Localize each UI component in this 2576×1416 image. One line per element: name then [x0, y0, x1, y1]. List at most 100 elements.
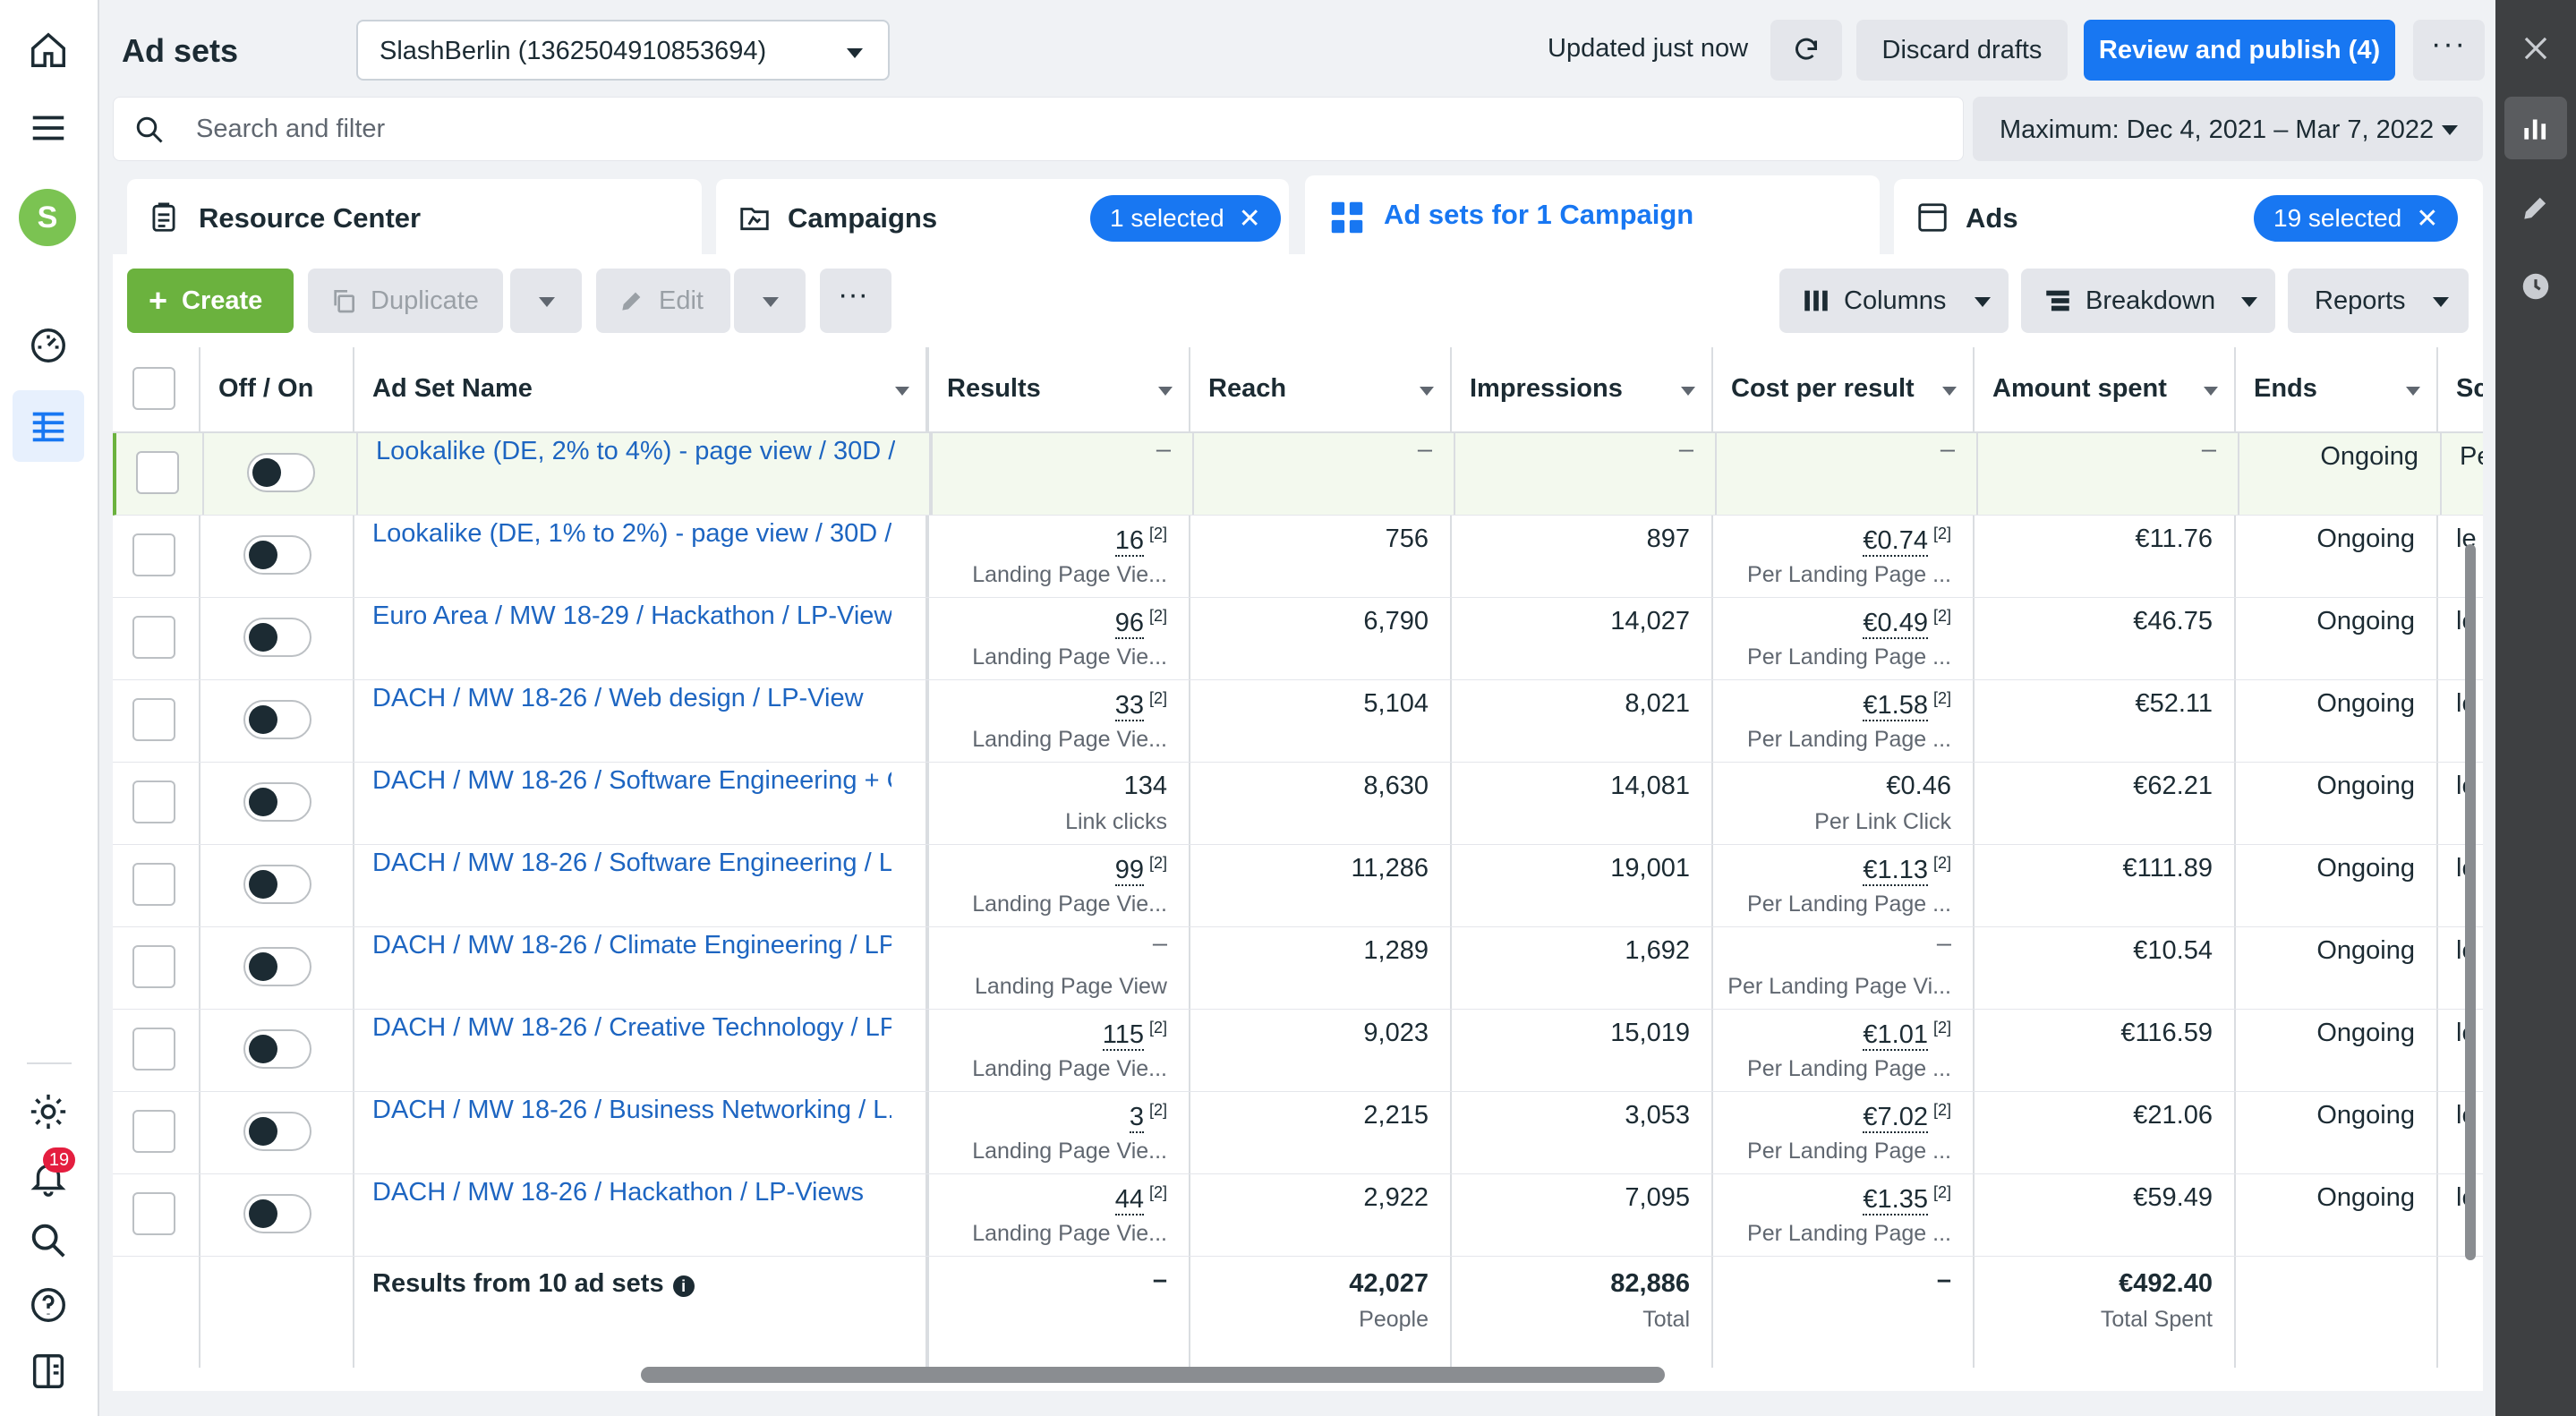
ad-set-name-link[interactable]: DACH / MW 18-26 / Software Engineering /…: [372, 849, 891, 878]
metric-value[interactable]: €7.02: [1863, 1102, 1928, 1133]
row-checkbox[interactable]: [132, 945, 175, 988]
edit-button[interactable]: Edit: [596, 269, 730, 333]
create-button[interactable]: + Create: [127, 269, 294, 333]
metric-value[interactable]: 115: [1102, 1019, 1144, 1051]
account-selector[interactable]: SlashBerlin (1362504910853694): [356, 20, 890, 81]
column-header-reach[interactable]: Reach: [1190, 347, 1452, 433]
breakdown-button[interactable]: Breakdown: [2021, 269, 2275, 333]
columns-button[interactable]: Columns: [1779, 269, 2009, 333]
ad-set-status-toggle[interactable]: [243, 1194, 311, 1233]
row-checkbox[interactable]: [132, 1028, 175, 1071]
history-clock-icon[interactable]: [2511, 261, 2561, 311]
row-checkbox[interactable]: [132, 781, 175, 823]
ad-set-name-link[interactable]: DACH / MW 18-26 / Climate Engineering / …: [372, 931, 891, 960]
row-checkbox[interactable]: [132, 616, 175, 659]
column-header-impressions[interactable]: Impressions: [1452, 347, 1713, 433]
ad-set-name-link[interactable]: DACH / MW 18-26 / Creative Technology / …: [372, 1013, 891, 1043]
more-options-button[interactable]: ···: [2413, 20, 2485, 81]
table-row[interactable]: DACH / MW 18-26 / Business Networking / …: [113, 1092, 2483, 1174]
date-range-picker[interactable]: Maximum: Dec 4, 2021 – Mar 7, 2022: [1973, 97, 2483, 161]
select-all-checkbox[interactable]: [132, 367, 175, 410]
review-and-publish-button[interactable]: Review and publish (4): [2084, 20, 2395, 81]
ad-set-name-link[interactable]: DACH / MW 18-26 / Hackathon / LP-Views: [372, 1178, 891, 1207]
metric-value[interactable]: €0.49: [1863, 608, 1928, 639]
tab-ads[interactable]: Ads 19 selected ✕: [1894, 179, 2483, 254]
ad-set-name-link[interactable]: DACH / MW 18-26 / Web design / LP-View: [372, 684, 891, 713]
table-row[interactable]: Lookalike (DE, 1% to 2%) - page view / 3…: [113, 516, 2483, 598]
vertical-scrollbar[interactable]: [2465, 544, 2476, 1260]
refresh-button[interactable]: [1770, 20, 1842, 81]
column-header-ends[interactable]: Ends: [2236, 347, 2438, 433]
table-row[interactable]: DACH / MW 18-26 / Hackathon / LP-Views 44…: [113, 1174, 2483, 1257]
ad-set-status-toggle[interactable]: [243, 1029, 311, 1069]
row-checkbox[interactable]: [132, 533, 175, 576]
metric-value[interactable]: €0.74: [1863, 525, 1928, 557]
performance-gauge-icon[interactable]: [25, 322, 72, 369]
ad-set-status-toggle[interactable]: [243, 865, 311, 904]
metric-value[interactable]: 16: [1114, 525, 1144, 557]
sort-caret-icon[interactable]: [2204, 387, 2218, 396]
sort-caret-icon[interactable]: [895, 387, 909, 396]
row-checkbox[interactable]: [132, 863, 175, 906]
sort-caret-icon[interactable]: [1420, 387, 1434, 396]
column-header-amount-spent[interactable]: Amount spent: [1975, 347, 2236, 433]
ad-set-status-toggle[interactable]: [243, 1112, 311, 1151]
metric-value[interactable]: 44: [1114, 1184, 1144, 1216]
sort-caret-icon[interactable]: [1681, 387, 1695, 396]
duplicate-dropdown-button[interactable]: [510, 269, 582, 333]
edit-dropdown-button[interactable]: [734, 269, 806, 333]
edit-pencil-icon[interactable]: [2511, 183, 2561, 233]
settings-gear-icon[interactable]: [25, 1088, 72, 1135]
column-header-schedule[interactable]: Sc: [2438, 347, 2483, 433]
table-row[interactable]: Lookalike (DE, 2% to 4%) - page view / 3…: [113, 433, 2483, 516]
metric-value[interactable]: €1.58: [1863, 690, 1928, 721]
row-checkbox[interactable]: [132, 1192, 175, 1235]
search-and-filter-bar[interactable]: Search and filter: [113, 97, 1964, 161]
campaigns-selection-pill[interactable]: 1 selected ✕: [1090, 195, 1281, 242]
metric-value[interactable]: 96: [1114, 608, 1144, 639]
tab-resource-center[interactable]: Resource Center: [127, 179, 702, 254]
metric-value[interactable]: €1.13: [1863, 855, 1928, 886]
ad-set-status-toggle[interactable]: [243, 618, 311, 657]
ad-set-name-link[interactable]: DACH / MW 18-26 / Software Engineering +…: [372, 766, 891, 796]
ad-set-name-link[interactable]: Lookalike (DE, 1% to 2%) - page view / 3…: [372, 519, 891, 549]
ads-manager-table-icon[interactable]: [13, 390, 84, 462]
reports-button[interactable]: Reports: [2288, 269, 2469, 333]
ad-set-status-toggle[interactable]: [243, 782, 311, 822]
metric-value[interactable]: 99: [1114, 855, 1144, 886]
column-header-results[interactable]: Results: [929, 347, 1190, 433]
row-checkbox[interactable]: [132, 698, 175, 741]
metric-value[interactable]: €1.01: [1863, 1019, 1928, 1051]
ad-set-status-toggle[interactable]: [243, 700, 311, 739]
ad-set-status-toggle[interactable]: [243, 535, 311, 575]
search-input[interactable]: Search and filter: [196, 115, 385, 144]
ad-set-name-link[interactable]: Lookalike (DE, 2% to 4%) - page view / 3…: [376, 437, 895, 466]
search-icon[interactable]: [25, 1217, 72, 1264]
duplicate-button[interactable]: Duplicate: [308, 269, 503, 333]
discard-drafts-button[interactable]: Discard drafts: [1856, 20, 2068, 81]
tab-ad-sets[interactable]: Ad sets for 1 Campaign: [1305, 175, 1880, 256]
ad-set-status-toggle[interactable]: [243, 947, 311, 986]
menu-icon[interactable]: [25, 105, 72, 151]
ad-set-name-link[interactable]: DACH / MW 18-26 / Business Networking / …: [372, 1096, 891, 1125]
close-icon[interactable]: [2511, 23, 2561, 73]
metric-value[interactable]: €1.35: [1863, 1184, 1928, 1216]
sort-caret-icon[interactable]: [1158, 387, 1173, 396]
account-avatar[interactable]: S: [19, 189, 76, 246]
row-checkbox[interactable]: [136, 451, 179, 494]
tab-campaigns[interactable]: Campaigns 1 selected ✕: [716, 179, 1289, 254]
info-icon[interactable]: i: [672, 1275, 695, 1297]
table-row[interactable]: Euro Area / MW 18-29 / Hackathon / LP-Vi…: [113, 598, 2483, 680]
metric-value[interactable]: 33: [1114, 690, 1144, 721]
sort-caret-icon[interactable]: [1942, 387, 1957, 396]
column-header-cost-per-result[interactable]: Cost per result: [1713, 347, 1975, 433]
table-row[interactable]: DACH / MW 18-26 / Climate Engineering / …: [113, 927, 2483, 1010]
horizontal-scrollbar[interactable]: [641, 1367, 1665, 1383]
collapse-panel-icon[interactable]: [25, 1348, 72, 1395]
clear-selection-icon[interactable]: ✕: [1239, 203, 1261, 235]
help-icon[interactable]: [25, 1282, 72, 1328]
clear-selection-icon[interactable]: ✕: [2416, 203, 2438, 235]
metric-value[interactable]: 3: [1129, 1102, 1144, 1133]
column-header-off-on[interactable]: Off / On: [200, 347, 354, 433]
row-checkbox[interactable]: [132, 1110, 175, 1153]
